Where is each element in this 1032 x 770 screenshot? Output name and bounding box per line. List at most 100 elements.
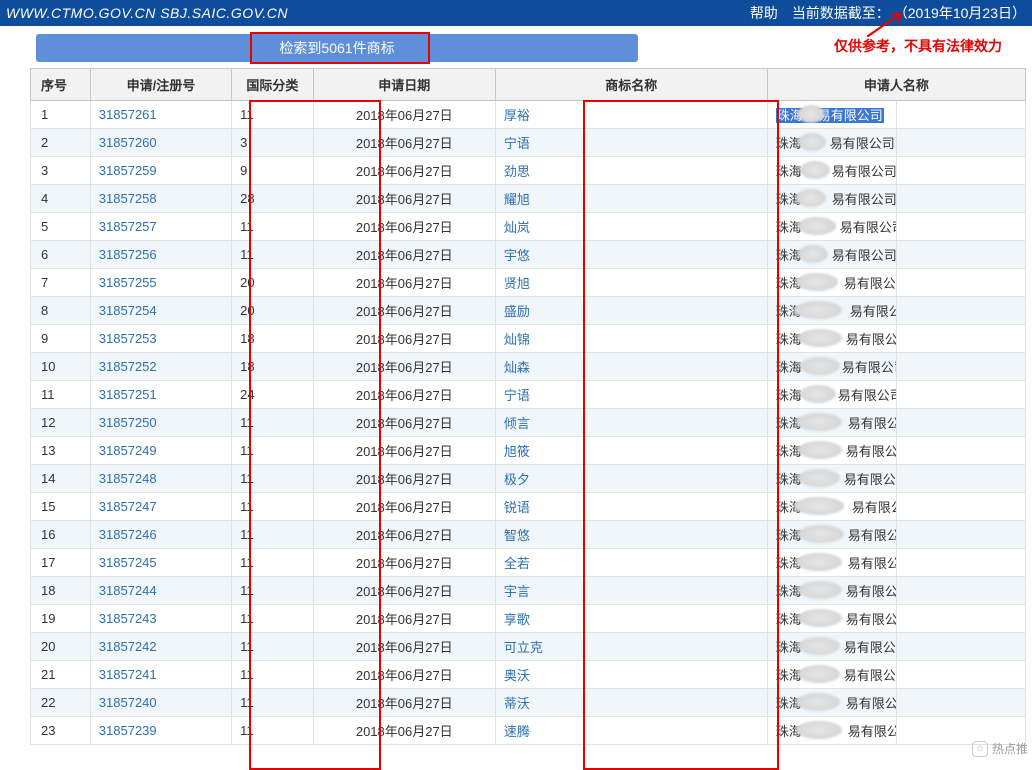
cell-tm-name[interactable]: 耀旭 bbox=[495, 185, 767, 213]
cell-tm-name[interactable]: 锐语 bbox=[495, 493, 767, 521]
cell-tm-name[interactable]: 全若 bbox=[495, 549, 767, 577]
cell-applicant[interactable]: 珠海易有限公司 bbox=[767, 577, 896, 605]
cell-tm-name[interactable]: 厚裕 bbox=[495, 101, 767, 129]
cell-reg-no[interactable]: 31857239 bbox=[90, 717, 231, 745]
cell-applicant[interactable]: 珠海易有限公司 bbox=[767, 381, 896, 409]
cell-applicant[interactable]: 珠海易有限公司 bbox=[767, 465, 896, 493]
cell-reg-no[interactable]: 31857253 bbox=[90, 325, 231, 353]
cell-reg-no[interactable]: 31857245 bbox=[90, 549, 231, 577]
cell-tm-name[interactable]: 宇言 bbox=[495, 577, 767, 605]
th-reg-no[interactable]: 申请/注册号 bbox=[90, 69, 231, 101]
cell-applicant[interactable]: 珠海易有限公司 bbox=[767, 661, 896, 689]
widget-icon: ⌂ bbox=[972, 741, 988, 757]
cell-applicant[interactable]: 珠海易有限公司 bbox=[767, 353, 896, 381]
cell-index: 22 bbox=[31, 689, 91, 717]
cell-reg-no[interactable]: 31857250 bbox=[90, 409, 231, 437]
footer-widget[interactable]: ⌂ 热点推 bbox=[972, 740, 1028, 757]
cell-reg-no[interactable]: 31857257 bbox=[90, 213, 231, 241]
cell-reg-no[interactable]: 31857258 bbox=[90, 185, 231, 213]
cell-tm-name[interactable]: 智悠 bbox=[495, 521, 767, 549]
cell-tm-name[interactable]: 奥沃 bbox=[495, 661, 767, 689]
cell-tm-name[interactable]: 宇悠 bbox=[495, 241, 767, 269]
cell-tm-name[interactable]: 灿岚 bbox=[495, 213, 767, 241]
cell-tm-name[interactable]: 灿锦 bbox=[495, 325, 767, 353]
cell-tm-name[interactable]: 宁语 bbox=[495, 381, 767, 409]
cell-date: 2018年06月27日 bbox=[313, 213, 495, 241]
cell-date: 2018年06月27日 bbox=[313, 381, 495, 409]
cell-class: 11 bbox=[232, 521, 314, 549]
th-app-date[interactable]: 申请日期 bbox=[313, 69, 495, 101]
cell-reg-no[interactable]: 31857256 bbox=[90, 241, 231, 269]
cell-applicant[interactable]: 珠海易有限公司 bbox=[767, 493, 896, 521]
cell-applicant[interactable]: 珠海易有限公司 bbox=[767, 213, 896, 241]
cell-tm-name[interactable]: 可立克 bbox=[495, 633, 767, 661]
cell-reg-no[interactable]: 31857243 bbox=[90, 605, 231, 633]
table-row: 2331857239112018年06月27日速腾珠海易有限公司 bbox=[31, 717, 1026, 745]
th-tm-name[interactable]: 商标名称 bbox=[495, 69, 767, 101]
cell-index: 6 bbox=[31, 241, 91, 269]
cell-index: 4 bbox=[31, 185, 91, 213]
cell-tm-name[interactable]: 倾言 bbox=[495, 409, 767, 437]
cell-tm-name[interactable]: 盛励 bbox=[495, 297, 767, 325]
cell-empty bbox=[896, 185, 1025, 213]
cell-applicant[interactable]: 珠海易有限公司 bbox=[767, 549, 896, 577]
table-row: 1131857251242018年06月27日宁语珠海易有限公司 bbox=[31, 381, 1026, 409]
search-summary-bar[interactable]: 检索到5061件商标 bbox=[36, 34, 638, 62]
table-row: 33185725992018年06月27日劲思珠海易有限公司 bbox=[31, 157, 1026, 185]
cell-applicant[interactable]: 珠海易有限公司 bbox=[767, 185, 896, 213]
cell-reg-no[interactable]: 31857252 bbox=[90, 353, 231, 381]
cell-applicant[interactable]: 珠海易有限公司 bbox=[767, 129, 896, 157]
cell-reg-no[interactable]: 31857251 bbox=[90, 381, 231, 409]
cell-applicant[interactable]: 珠海易有限公司 bbox=[767, 269, 896, 297]
cell-applicant[interactable]: 珠海易有限公司 bbox=[767, 605, 896, 633]
cell-tm-name[interactable]: 速腾 bbox=[495, 717, 767, 745]
cell-reg-no[interactable]: 31857244 bbox=[90, 577, 231, 605]
cell-reg-no[interactable]: 31857255 bbox=[90, 269, 231, 297]
cell-empty bbox=[896, 493, 1025, 521]
cell-applicant[interactable]: 珠海易有限公司 bbox=[767, 409, 896, 437]
cell-date: 2018年06月27日 bbox=[313, 129, 495, 157]
cell-reg-no[interactable]: 31857242 bbox=[90, 633, 231, 661]
th-applicant[interactable]: 申请人名称 bbox=[767, 69, 1025, 101]
cell-tm-name[interactable]: 劲思 bbox=[495, 157, 767, 185]
cell-reg-no[interactable]: 31857259 bbox=[90, 157, 231, 185]
cell-applicant[interactable]: 珠海易有限公司 bbox=[767, 241, 896, 269]
cell-applicant[interactable]: 珠海易有限公司 bbox=[767, 689, 896, 717]
cell-applicant[interactable]: 珠海贸易有限公司 bbox=[767, 101, 896, 129]
cell-reg-no[interactable]: 31857241 bbox=[90, 661, 231, 689]
cell-reg-no[interactable]: 31857261 bbox=[90, 101, 231, 129]
cell-applicant[interactable]: 珠海易有限公司 bbox=[767, 437, 896, 465]
cell-tm-name[interactable]: 旭筱 bbox=[495, 437, 767, 465]
cell-applicant[interactable]: 珠海易有限公司 bbox=[767, 325, 896, 353]
cell-date: 2018年06月27日 bbox=[313, 689, 495, 717]
data-date: 当前数据截至： （2019年10月23日） bbox=[792, 0, 1026, 26]
cell-reg-no[interactable]: 31857240 bbox=[90, 689, 231, 717]
cell-reg-no[interactable]: 31857247 bbox=[90, 493, 231, 521]
help-link[interactable]: 帮助 bbox=[750, 0, 778, 26]
table-row: 1231857250112018年06月27日倾言珠海易有限公司 bbox=[31, 409, 1026, 437]
cell-tm-name[interactable]: 享歌 bbox=[495, 605, 767, 633]
cell-index: 23 bbox=[31, 717, 91, 745]
cell-applicant[interactable]: 珠海易有限公司 bbox=[767, 297, 896, 325]
cell-reg-no[interactable]: 31857248 bbox=[90, 465, 231, 493]
cell-applicant[interactable]: 珠海易有限公司 bbox=[767, 717, 896, 745]
cell-applicant[interactable]: 珠海易有限公司 bbox=[767, 633, 896, 661]
cell-applicant[interactable]: 珠海易有限公司 bbox=[767, 521, 896, 549]
cell-reg-no[interactable]: 31857246 bbox=[90, 521, 231, 549]
cell-tm-name[interactable]: 宁语 bbox=[495, 129, 767, 157]
cell-tm-name[interactable]: 极夕 bbox=[495, 465, 767, 493]
cell-date: 2018年06月27日 bbox=[313, 493, 495, 521]
table-row: 631857256112018年06月27日宇悠珠海易有限公司 bbox=[31, 241, 1026, 269]
th-class[interactable]: 国际分类 bbox=[232, 69, 314, 101]
cell-applicant[interactable]: 珠海易有限公司 bbox=[767, 157, 896, 185]
cell-tm-name[interactable]: 灿森 bbox=[495, 353, 767, 381]
cell-reg-no[interactable]: 31857254 bbox=[90, 297, 231, 325]
cell-index: 16 bbox=[31, 521, 91, 549]
cell-tm-name[interactable]: 蒂沃 bbox=[495, 689, 767, 717]
cell-reg-no[interactable]: 31857260 bbox=[90, 129, 231, 157]
cell-class: 11 bbox=[232, 605, 314, 633]
footer-text: 热点推 bbox=[992, 740, 1028, 757]
cell-tm-name[interactable]: 贤旭 bbox=[495, 269, 767, 297]
table-row: 1331857249112018年06月27日旭筱珠海易有限公司 bbox=[31, 437, 1026, 465]
cell-reg-no[interactable]: 31857249 bbox=[90, 437, 231, 465]
